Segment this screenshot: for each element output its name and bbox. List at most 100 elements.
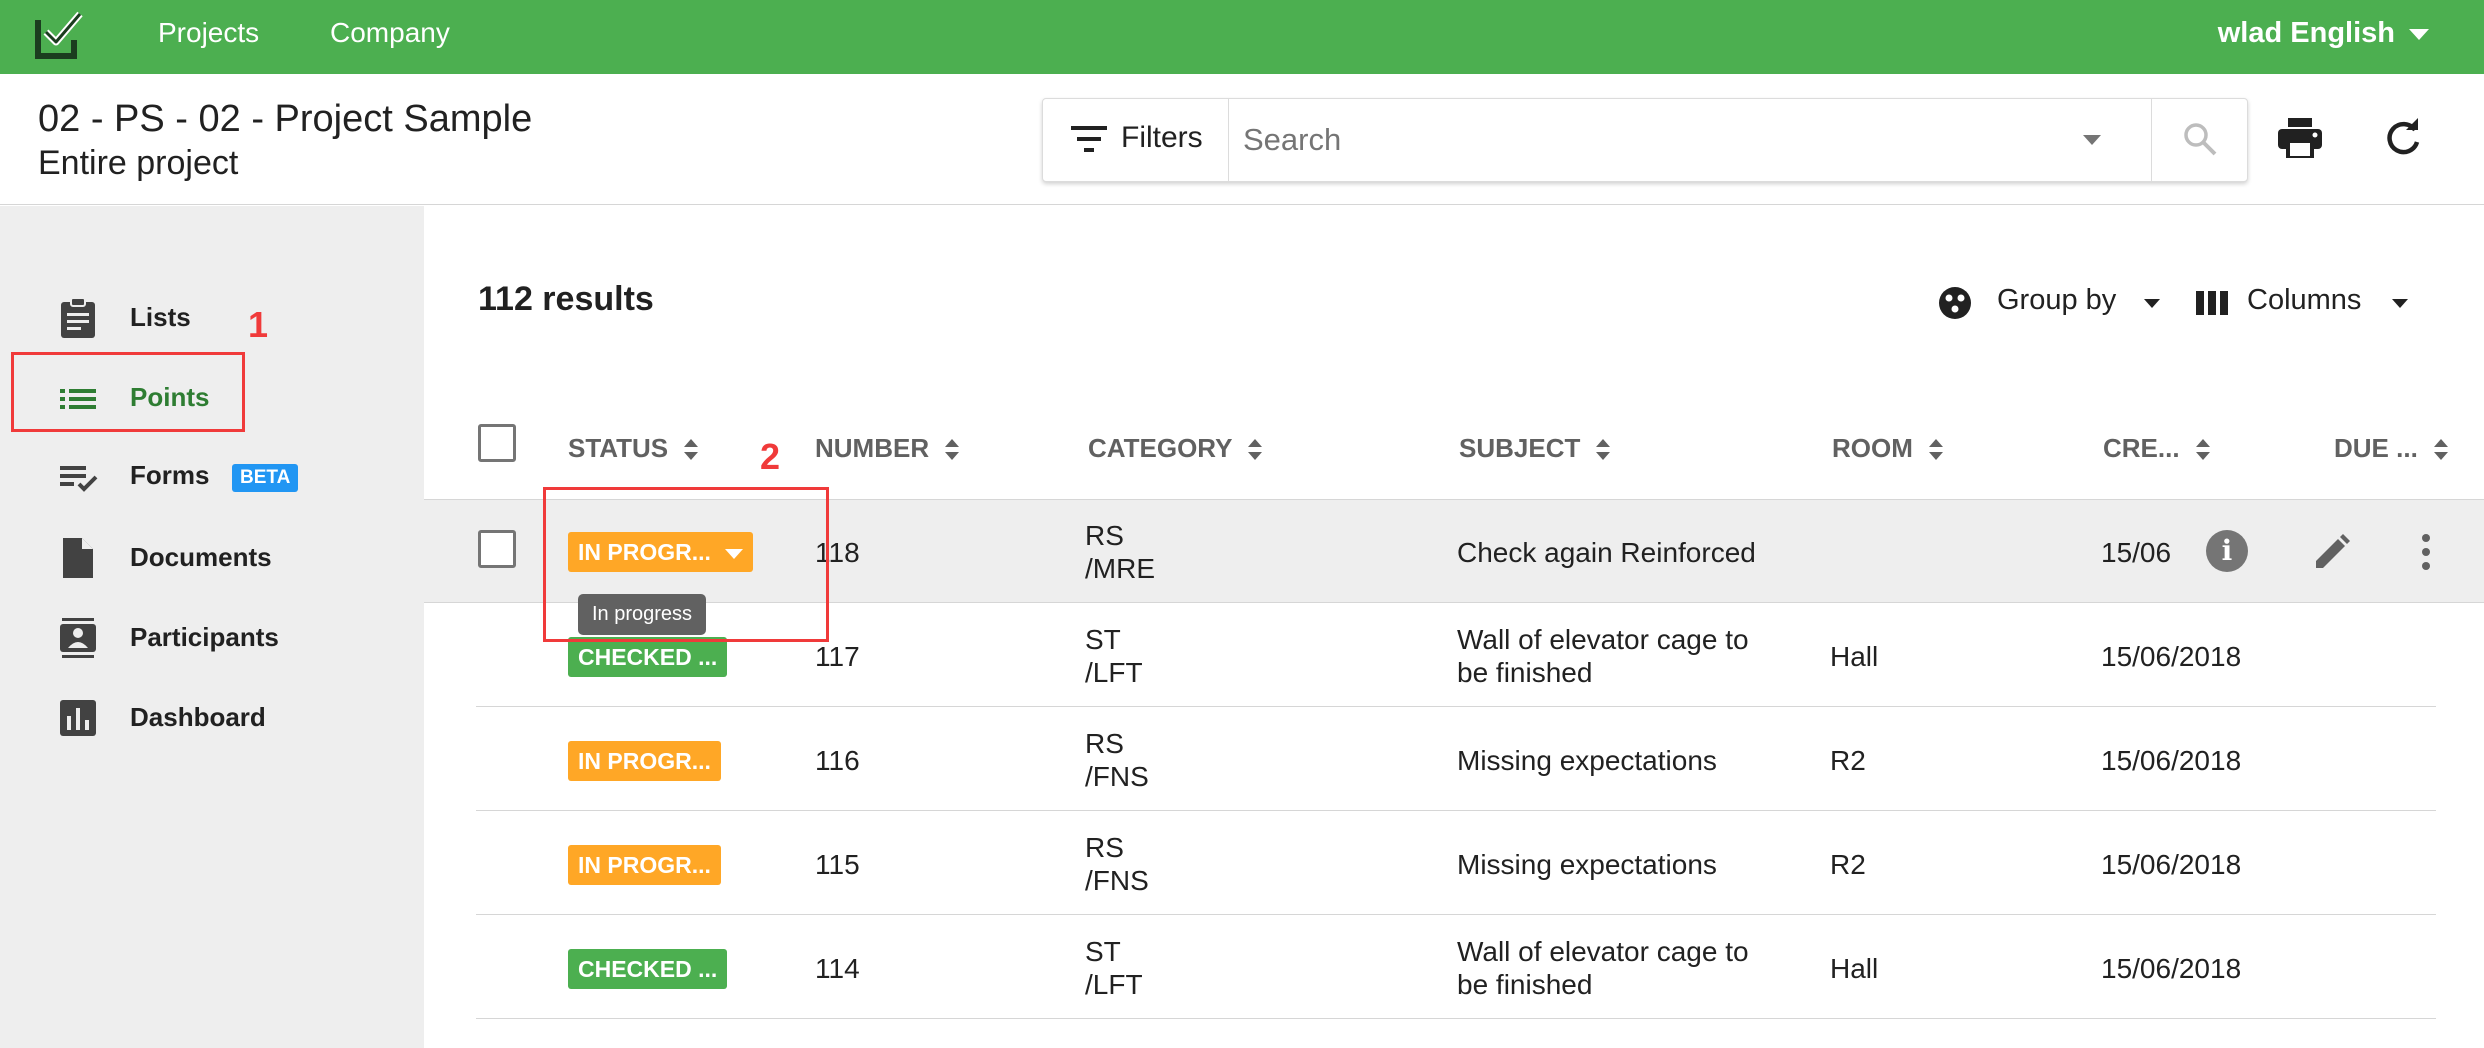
- column-header-room[interactable]: ROOM: [1832, 433, 1943, 464]
- sidebar: Lists Points Forms BETA Documents Partic…: [0, 206, 424, 1048]
- chevron-down-icon: [2144, 299, 2160, 308]
- table-row[interactable]: IN PROGR... 115 RS/FNS Missing expectati…: [476, 811, 2436, 915]
- number-cell: 117: [815, 641, 860, 672]
- search-dropdown-icon[interactable]: [2083, 135, 2101, 145]
- nav-projects-link[interactable]: Projects: [158, 0, 259, 66]
- sidebar-item-label: Forms: [130, 460, 210, 490]
- sidebar-item-lists[interactable]: Lists: [0, 288, 424, 348]
- search-button[interactable]: [2151, 99, 2247, 181]
- print-icon: [2278, 118, 2322, 160]
- created-cell: 15/06/2018: [2101, 849, 2242, 880]
- status-badge[interactable]: CHECKED ...: [568, 637, 728, 677]
- category-cell: RS/MRE: [1085, 520, 1155, 584]
- sidebar-item-label: Participants: [130, 622, 279, 652]
- annotation-box-2: [543, 487, 829, 642]
- number-cell: 116: [815, 745, 860, 776]
- category-cell: ST/LFT: [1085, 624, 1143, 688]
- sort-icon: [1928, 439, 1943, 461]
- column-header-number[interactable]: NUMBER: [815, 433, 960, 464]
- page-title: 02 - PS - 02 - Project Sample: [38, 98, 533, 140]
- sort-icon: [945, 439, 960, 461]
- sort-icon: [1596, 439, 1611, 461]
- sidebar-item-participants[interactable]: Participants: [0, 608, 424, 668]
- annotation-box-1: [11, 352, 245, 432]
- sort-icon: [684, 439, 699, 461]
- column-header-status[interactable]: STATUS: [568, 433, 699, 464]
- more-vert-icon: [2422, 534, 2430, 570]
- sidebar-item-label: Dashboard: [130, 702, 266, 732]
- group-icon: [1939, 287, 1971, 319]
- sort-icon: [1248, 439, 1263, 461]
- status-badge[interactable]: IN PROGR...: [568, 741, 721, 781]
- column-header-created[interactable]: CRE...: [2103, 433, 2210, 464]
- column-header-subject[interactable]: SUBJECT: [1459, 433, 1611, 464]
- sidebar-item-forms[interactable]: Forms BETA: [0, 446, 424, 506]
- subject-cell: Wall of elevator cage to be finished: [1457, 936, 1749, 1000]
- filters-button[interactable]: Filters: [1043, 99, 1229, 181]
- created-cell: 15/06/2018: [2101, 641, 2242, 672]
- number-cell: 114: [815, 953, 860, 984]
- subject-cell: Missing expectations: [1457, 849, 1717, 880]
- user-menu[interactable]: wlad English: [2218, 0, 2429, 66]
- nav-company-link[interactable]: Company: [330, 0, 450, 66]
- category-cell: ST/LFT: [1085, 936, 1143, 1000]
- sort-icon: [2433, 439, 2448, 461]
- room-cell: Hall: [1830, 641, 1879, 672]
- beta-badge: BETA: [232, 464, 299, 492]
- room-cell: Hall: [1830, 953, 1879, 984]
- print-button[interactable]: [2278, 118, 2322, 163]
- chevron-down-icon: [2392, 299, 2408, 308]
- sidebar-item-label: Lists: [130, 302, 191, 332]
- info-button[interactable]: i: [2206, 530, 2248, 572]
- category-cell: RS/FNS: [1085, 832, 1149, 896]
- filters-label: Filters: [1121, 121, 1203, 154]
- subject-cell: Missing expectations: [1457, 745, 1717, 776]
- top-app-bar: Projects Company wlad English: [0, 0, 2484, 74]
- more-options-button[interactable]: [2420, 532, 2432, 577]
- table-row[interactable]: CHECKED ... 114 ST/LFT Wall of elevator …: [476, 915, 2436, 1019]
- subject-cell: Check again Reinforced: [1457, 537, 1756, 568]
- column-header-due[interactable]: DUE ...: [2334, 433, 2448, 464]
- app-logo-icon[interactable]: [34, 10, 84, 60]
- participants-icon: [60, 618, 96, 658]
- search-input[interactable]: [1243, 113, 2083, 167]
- document-icon: [63, 538, 93, 578]
- refresh-button[interactable]: [2383, 118, 2423, 163]
- created-cell: 15/06/2018: [2101, 953, 2242, 984]
- created-cell: 15/06: [2101, 537, 2172, 568]
- room-cell: R2: [1830, 745, 1866, 776]
- created-cell: 15/06/2018: [2101, 745, 2242, 776]
- page-subtitle: Entire project: [38, 144, 239, 182]
- dashboard-icon: [60, 700, 96, 736]
- sidebar-item-documents[interactable]: Documents: [0, 528, 424, 588]
- pencil-icon: [2316, 534, 2350, 568]
- select-all-checkbox[interactable]: [478, 424, 516, 462]
- room-cell: R2: [1830, 849, 1866, 880]
- clipboard-icon: [61, 298, 95, 338]
- columns-label: Columns: [2247, 284, 2362, 316]
- row-checkbox[interactable]: [478, 530, 516, 568]
- search-icon: [2184, 123, 2217, 156]
- refresh-icon: [2387, 118, 2420, 155]
- status-badge[interactable]: CHECKED ...: [568, 949, 728, 989]
- sidebar-item-dashboard[interactable]: Dashboard: [0, 688, 424, 748]
- annotation-number-2: 2: [760, 436, 781, 477]
- edit-button[interactable]: [2312, 532, 2352, 577]
- chevron-down-icon: [2409, 28, 2429, 40]
- user-name: wlad English: [2217, 17, 2395, 49]
- filter-icon: [1071, 126, 1107, 152]
- column-header-category[interactable]: CATEGORY: [1088, 433, 1263, 464]
- annotation-number-1: 1: [248, 304, 269, 345]
- search-bar: Filters: [1042, 98, 2248, 182]
- columns-icon: [2196, 291, 2228, 315]
- sort-icon: [2195, 439, 2210, 461]
- category-cell: RS/FNS: [1085, 728, 1149, 792]
- page-header: 02 - PS - 02 - Project Sample Entire pro…: [0, 74, 2484, 205]
- results-count: 112 results: [478, 280, 654, 318]
- table-row[interactable]: IN PROGR... 116 RS/FNS Missing expectati…: [476, 707, 2436, 811]
- status-badge[interactable]: IN PROGR...: [568, 845, 721, 885]
- checklist-icon: [60, 466, 98, 492]
- number-cell: 115: [815, 849, 860, 880]
- sidebar-item-label: Documents: [130, 542, 272, 572]
- subject-cell: Wall of elevator cage to be finished: [1457, 624, 1749, 688]
